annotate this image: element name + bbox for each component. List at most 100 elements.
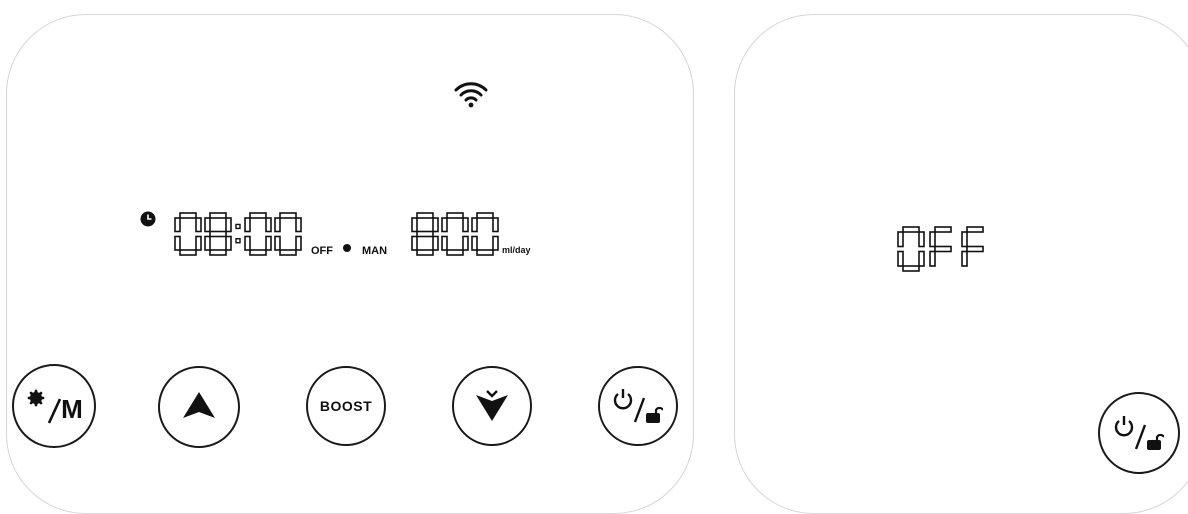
power-lock-button[interactable] (598, 366, 678, 446)
segment-a (902, 226, 920, 233)
rate-unit-label: ml/day (502, 245, 531, 255)
segment-c (225, 235, 232, 251)
segment-a (279, 212, 297, 219)
segment-g (934, 245, 952, 253)
segment-f (961, 231, 968, 248)
segment-c (432, 235, 439, 251)
timer-digit (204, 212, 232, 256)
up-button[interactable] (158, 366, 240, 448)
segment-g (966, 245, 984, 253)
segment-d (279, 249, 297, 256)
segment-a (179, 212, 197, 219)
slash-divider (633, 397, 645, 423)
rate-digit (441, 212, 469, 256)
segment-e (961, 250, 968, 267)
timer-state-label: OFF (311, 245, 333, 257)
timer-display (173, 210, 313, 263)
segment-e (274, 235, 281, 251)
segment-c (265, 235, 272, 251)
segment-a (249, 212, 267, 219)
segment-f (441, 217, 448, 233)
power-lock-content (613, 388, 663, 424)
segment-b (492, 217, 499, 233)
segment-d (446, 249, 464, 256)
segment-a (476, 212, 494, 219)
boost-button[interactable]: BOOST (306, 366, 386, 446)
segment-e (204, 235, 211, 251)
segment-e (411, 235, 418, 251)
timer-digit (244, 212, 272, 256)
segment-d (476, 249, 494, 256)
segment-c (295, 235, 302, 251)
unlock-icon (645, 404, 663, 424)
segment-c (462, 235, 469, 251)
off-display (896, 224, 992, 279)
segment-e (244, 235, 251, 251)
segment-e (471, 235, 478, 251)
segment-d (249, 249, 267, 256)
segment-c (195, 235, 202, 251)
timer-digit (274, 212, 302, 256)
arrow-up-icon (180, 389, 218, 425)
power-icon (1114, 415, 1134, 437)
segment-f (411, 217, 418, 233)
segment-g (416, 230, 434, 238)
segment-e (929, 250, 936, 267)
clock-icon (140, 211, 156, 232)
segment-f (174, 217, 181, 233)
slash-divider (1134, 424, 1146, 450)
power-icon (613, 388, 633, 410)
segment-c (918, 250, 925, 267)
segment-f (929, 231, 936, 248)
power-lock-button-status[interactable] (1098, 392, 1180, 474)
segment-d (902, 265, 920, 272)
segment-b (265, 217, 272, 233)
segment-e (441, 235, 448, 251)
segment-e (897, 250, 904, 267)
mode-indicator-dot (343, 244, 351, 252)
down-button[interactable] (452, 366, 532, 446)
segment-d (416, 249, 434, 256)
segment-a (209, 212, 227, 219)
segment-d (209, 249, 227, 256)
power-lock-content (1114, 415, 1164, 451)
mode-letter: M (61, 394, 83, 424)
segment-a (934, 226, 952, 233)
off-character (929, 226, 952, 267)
segment-d (179, 249, 197, 256)
colon-dot (235, 238, 241, 244)
segment-b (225, 217, 232, 233)
slash-divider (47, 398, 62, 424)
settings-mode-content: M (25, 387, 83, 425)
segment-b (462, 217, 469, 233)
segment-a (446, 212, 464, 219)
off-character (897, 226, 925, 272)
segment-b (432, 217, 439, 233)
segment-b (195, 217, 202, 233)
segment-b (918, 231, 925, 248)
colon-dot (235, 223, 241, 230)
wifi-icon (454, 80, 488, 113)
segment-a (966, 226, 984, 233)
off-character (961, 226, 984, 267)
rate-digit (411, 212, 439, 256)
segment-a (416, 212, 434, 219)
timer-digit (174, 212, 202, 256)
segment-c (492, 235, 499, 251)
segment-b (295, 217, 302, 233)
settings-mode-button[interactable]: M (12, 364, 96, 448)
gear-icon (25, 387, 47, 409)
segment-f (274, 217, 281, 233)
unlock-icon (1146, 431, 1164, 451)
mode-label: MAN (362, 245, 388, 257)
segment-f (897, 231, 904, 248)
segment-f (244, 217, 251, 233)
segment-f (204, 217, 211, 233)
segment-g (209, 230, 227, 238)
arrow-down-icon (473, 388, 511, 424)
segment-f (471, 217, 478, 233)
segment-e (174, 235, 181, 251)
rate-display (410, 210, 502, 263)
boost-label: BOOST (319, 398, 373, 414)
rate-digit (471, 212, 499, 256)
